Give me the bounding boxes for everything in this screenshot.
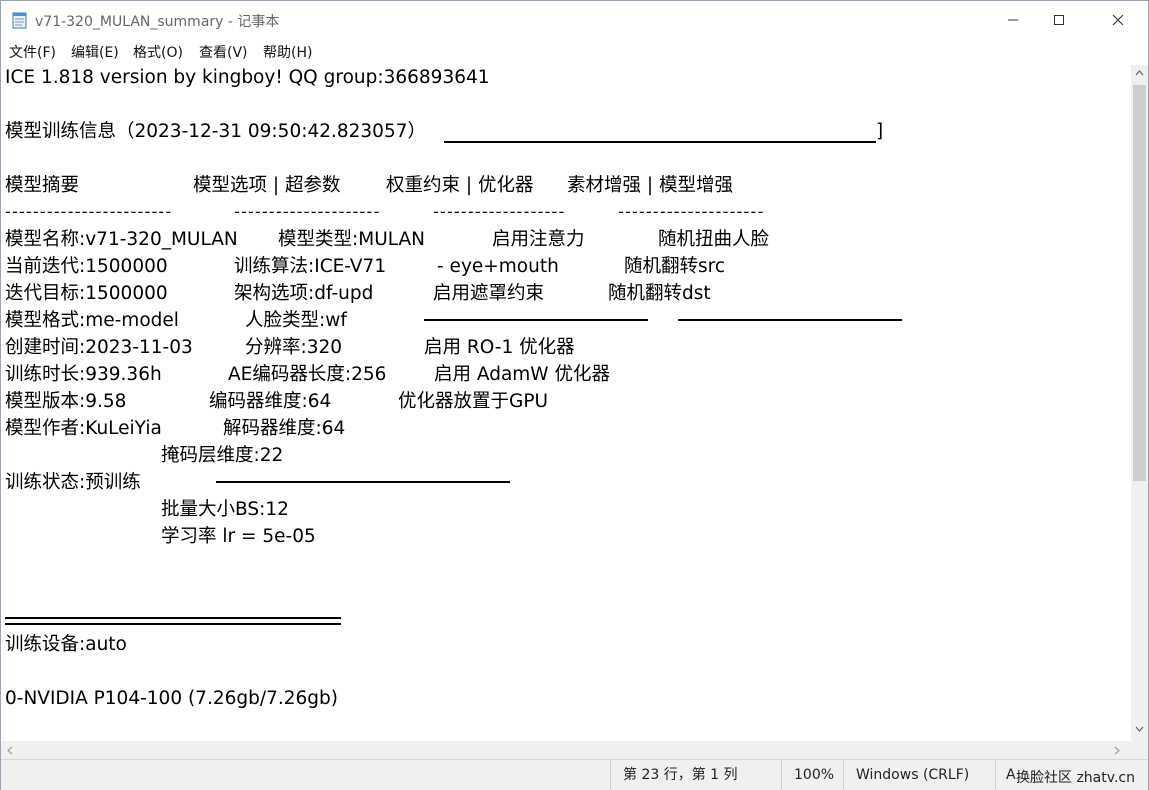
horizontal-scrollbar[interactable] xyxy=(1,741,1131,759)
menu-help[interactable]: 帮助(H) xyxy=(263,42,312,62)
menu-bar: 文件(F) 编辑(E) 格式(O) 查看(V) 帮助(H) xyxy=(1,39,1148,65)
text-editor-area[interactable]: ICE 1.818 version by kingboy! QQ group:3… xyxy=(1,65,1131,741)
col4-separator xyxy=(678,319,902,321)
section-summary: 模型摘要 xyxy=(5,175,80,196)
enable-attention: 启用注意力 xyxy=(492,229,585,250)
minimize-button[interactable] xyxy=(990,1,1036,39)
enable-ro1-optimizer: 启用 RO-1 优化器 xyxy=(424,337,575,358)
scrollbar-corner xyxy=(1131,741,1148,759)
window-title: v71-320_MULAN_summary - 记事本 xyxy=(35,14,280,30)
title-underline xyxy=(444,141,876,143)
section-weights: 权重约束 | 优化器 xyxy=(386,175,534,196)
decoder-dims: 解码器维度:64 xyxy=(223,418,346,439)
watermark-text: 换脸社区 zhatv.cn xyxy=(1016,770,1135,786)
face-type: 人脸类型:wf xyxy=(245,310,347,331)
scroll-down-icon[interactable] xyxy=(1135,726,1144,732)
line-ending: Windows (CRLF) xyxy=(843,760,995,790)
resolution: 分辨率:320 xyxy=(245,337,343,358)
current-iter: 当前迭代:1500000 xyxy=(5,256,168,277)
menu-format[interactable]: 格式(O) xyxy=(133,42,183,62)
minimize-icon xyxy=(1008,19,1018,21)
model-name: 模型名称:v71-320_MULAN xyxy=(5,229,238,250)
gpu-device: 0-NVIDIA P104-100 (7.26gb/7.26gb) xyxy=(5,688,338,709)
target-iter: 迭代目标:1500000 xyxy=(5,283,168,304)
created-time: 创建时间:2023-11-03 xyxy=(5,337,193,358)
random-flip-dst: 随机翻转dst xyxy=(608,283,711,304)
info-title-end: ] xyxy=(876,121,884,142)
model-version: 模型版本:9.58 xyxy=(5,391,127,412)
vertical-scrollbar[interactable] xyxy=(1131,65,1148,741)
menu-view[interactable]: 查看(V) xyxy=(199,42,248,62)
scroll-up-icon[interactable] xyxy=(1135,70,1144,76)
enable-adamw-optimizer: 启用 AdamW 优化器 xyxy=(434,364,610,385)
menu-file[interactable]: 文件(F) xyxy=(9,42,56,62)
header-line: ICE 1.818 version by kingboy! QQ group:3… xyxy=(5,67,490,88)
col2-separator xyxy=(216,481,510,483)
section-augment: 素材增强 | 模型增强 xyxy=(567,175,733,196)
random-warp-face: 随机扭曲人脸 xyxy=(658,229,770,250)
ae-encoder-length: AE编码器长度:256 xyxy=(228,364,387,385)
train-algorithm: 训练算法:ICE-V71 xyxy=(234,256,387,277)
info-title: 模型训练信息（2023-12-31 09:50:42.823057） xyxy=(5,121,426,142)
title-bar[interactable]: v71-320_MULAN_summary - 记事本 xyxy=(1,1,1148,39)
dash-col-2: --------------------- xyxy=(234,202,381,221)
encoder-dims: 编码器维度:64 xyxy=(209,391,332,412)
vertical-scroll-thumb[interactable] xyxy=(1133,85,1146,481)
arch-option: 架构选项:df-upd xyxy=(234,283,374,304)
enable-mask-constraint: 启用遮罩约束 xyxy=(433,283,545,304)
scroll-left-icon[interactable] xyxy=(7,746,13,755)
notepad-window: v71-320_MULAN_summary - 记事本 文件(F) 编辑(E) … xyxy=(0,0,1149,790)
cursor-position: 第 23 行，第 1 列 xyxy=(610,760,781,790)
double-separator xyxy=(5,617,341,625)
close-button[interactable] xyxy=(1095,1,1141,39)
model-type: 模型类型:MULAN xyxy=(278,229,425,250)
eye-mouth: - eye+mouth xyxy=(437,256,559,277)
zoom-level: 100% xyxy=(781,760,843,790)
dash-col-3: ------------------- xyxy=(433,202,566,221)
scroll-right-icon[interactable] xyxy=(1114,746,1120,755)
learning-rate: 学习率 lr = 5e-05 xyxy=(161,526,316,547)
dash-col-1: ------------------------ xyxy=(5,202,173,221)
device-label: 训练设备:auto xyxy=(5,634,127,655)
model-format: 模型格式:me-model xyxy=(5,310,179,331)
optimizer-on-gpu: 优化器放置于GPU xyxy=(398,391,549,412)
col3-separator xyxy=(424,319,648,321)
menu-edit[interactable]: 编辑(E) xyxy=(71,42,119,62)
mask-dims: 掩码层维度:22 xyxy=(161,445,284,466)
train-status: 训练状态:预训练 xyxy=(5,472,141,493)
maximize-icon xyxy=(1054,15,1064,25)
close-icon xyxy=(1112,14,1124,26)
notepad-icon xyxy=(12,11,28,29)
status-bar: 第 23 行，第 1 列 100% Windows (CRLF) A xyxy=(1,759,1148,790)
maximize-button[interactable] xyxy=(1036,1,1082,39)
model-author: 模型作者:KuLeiYia xyxy=(5,418,162,439)
batch-size: 批量大小BS:12 xyxy=(161,499,289,520)
train-duration: 训练时长:939.36h xyxy=(5,364,162,385)
random-flip-src: 随机翻转src xyxy=(624,256,726,277)
dash-col-4: --------------------- xyxy=(618,202,765,221)
section-options: 模型选项 | 超参数 xyxy=(193,175,341,196)
